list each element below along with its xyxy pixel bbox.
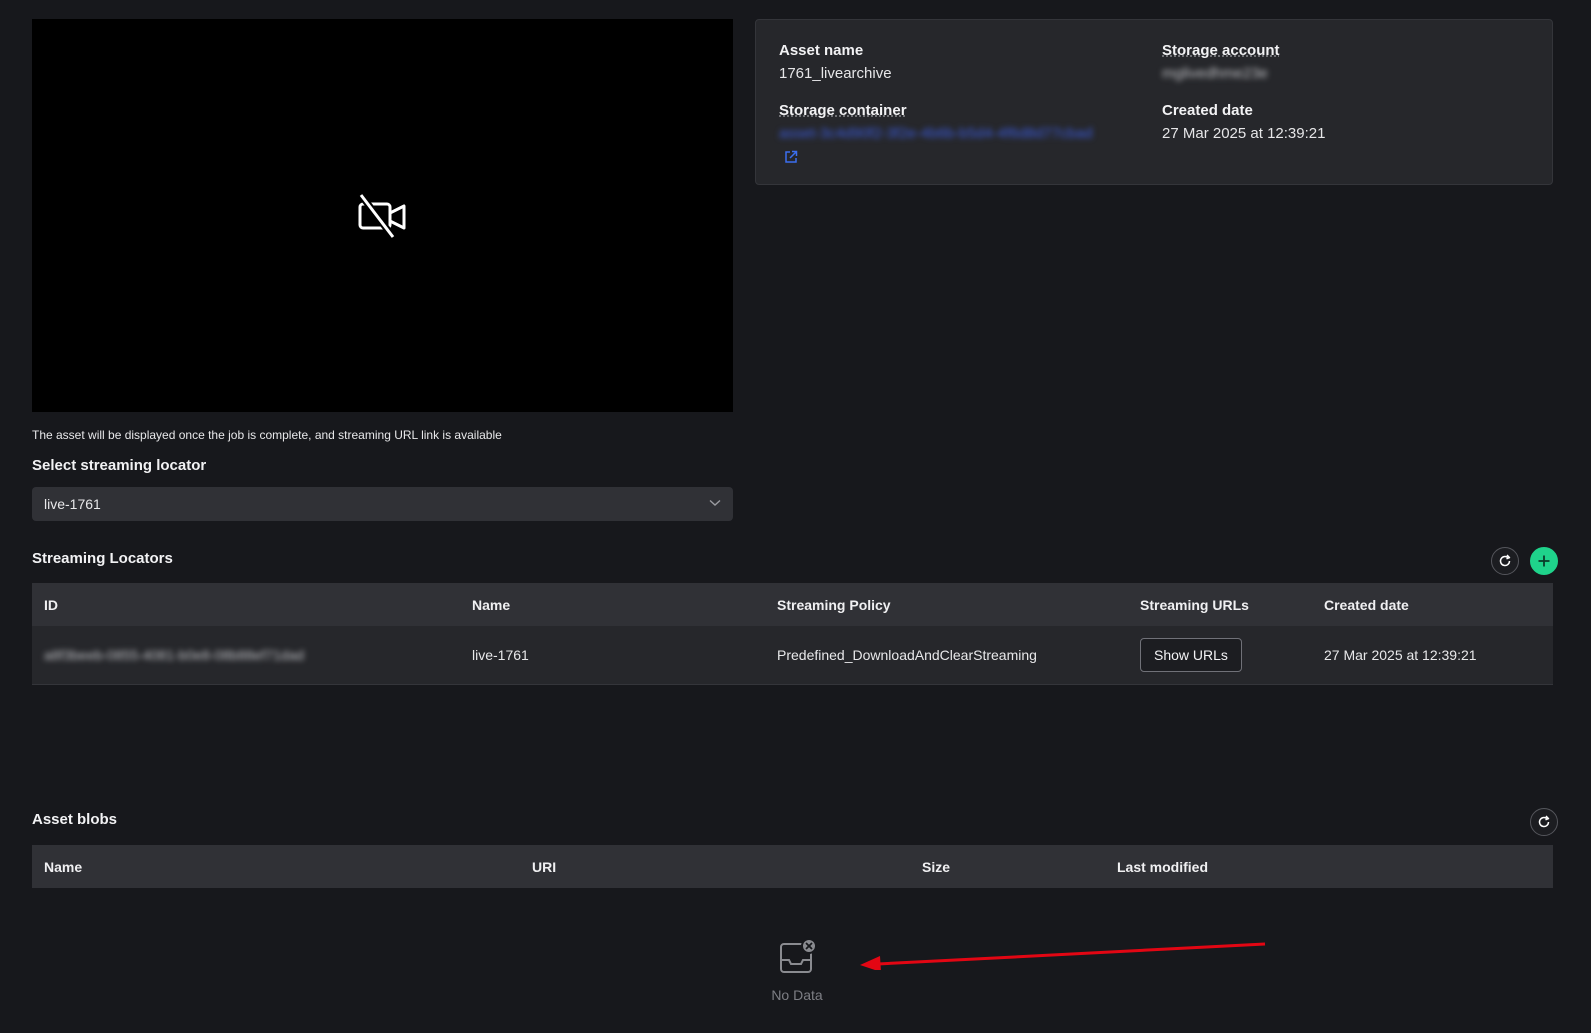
- empty-state: No Data: [752, 938, 842, 1003]
- created-date-field: Created date 27 Mar 2025 at 12:39:21: [1162, 102, 1325, 143]
- streaming-locators-table: ID Name Streaming Policy Streaming URLs …: [32, 583, 1553, 685]
- asset-name-label: Asset name: [779, 42, 864, 59]
- locator-id: a8f3beeb-0855-4081-b0e8-08b88ef71dad: [44, 647, 305, 663]
- storage-account-label[interactable]: Storage account: [1162, 42, 1280, 60]
- refresh-blobs-button[interactable]: [1530, 808, 1558, 836]
- empty-inbox-icon: [780, 938, 817, 973]
- streaming-locator-label: Select streaming locator: [32, 457, 207, 474]
- column-header-uri: URI: [532, 858, 557, 875]
- asset-blobs-title: Asset blobs: [32, 811, 118, 828]
- column-header-size: Size: [922, 858, 951, 875]
- storage-account-field: Storage account mglivedhme23e: [1162, 42, 1280, 83]
- add-locator-button[interactable]: [1530, 547, 1558, 575]
- created-date-value: 27 Mar 2025 at 12:39:21: [1162, 125, 1326, 142]
- asset-name-field: Asset name 1761_livearchive: [779, 42, 892, 83]
- annotation-arrow-icon: [860, 942, 1266, 970]
- streaming-locators-title: Streaming Locators: [32, 550, 173, 567]
- external-link-icon[interactable]: [784, 150, 798, 164]
- column-header-created: Created date: [1324, 596, 1409, 613]
- asset-name-value: 1761_livearchive: [779, 65, 892, 82]
- storage-container-label[interactable]: Storage container: [779, 102, 1139, 120]
- asset-blobs-table: Name URI Size Last modified: [32, 845, 1553, 888]
- created-date-label: Created date: [1162, 102, 1253, 119]
- locator-policy: Predefined_DownloadAndClearStreaming: [777, 647, 1037, 663]
- storage-account-value: mglivedhme23e: [1162, 65, 1268, 82]
- locator-name: live-1761: [472, 647, 529, 663]
- column-header-id: ID: [44, 596, 58, 613]
- chevron-down-icon: [709, 499, 721, 506]
- empty-state-text: No Data: [771, 987, 823, 1003]
- column-header-last-modified: Last modified: [1117, 858, 1209, 875]
- column-header-policy: Streaming Policy: [777, 596, 891, 613]
- video-off-icon: [357, 192, 405, 239]
- plus-icon: [1538, 555, 1550, 567]
- table-header: ID Name Streaming Policy Streaming URLs …: [32, 583, 1553, 626]
- refresh-locators-button[interactable]: [1491, 547, 1519, 575]
- storage-container-link[interactable]: asset-3c4d90f2-3f2e-4b6b-b5d4-4f6d8d77cb…: [779, 125, 1129, 143]
- refresh-icon: [1538, 815, 1550, 828]
- refresh-icon: [1499, 554, 1511, 567]
- streaming-locator-select[interactable]: live-1761: [32, 487, 733, 521]
- column-header-urls: Streaming URLs: [1140, 596, 1249, 613]
- locator-created: 27 Mar 2025 at 12:39:21: [1324, 647, 1477, 663]
- storage-container-field: Storage container asset-3c4d90f2-3f2e-4b…: [779, 102, 1139, 164]
- table-header: Name URI Size Last modified: [32, 845, 1553, 888]
- show-urls-button[interactable]: Show URLs: [1140, 638, 1242, 672]
- video-player: [32, 19, 733, 412]
- column-header-name: Name: [472, 596, 511, 613]
- table-row: a8f3beeb-0855-4081-b0e8-08b88ef71dad liv…: [32, 626, 1553, 685]
- column-header-name: Name: [44, 858, 83, 875]
- asset-info-card: Asset name 1761_livearchive Storage acco…: [755, 19, 1553, 185]
- streaming-locator-selected: live-1761: [44, 496, 101, 512]
- asset-notice: The asset will be displayed once the job…: [32, 428, 502, 442]
